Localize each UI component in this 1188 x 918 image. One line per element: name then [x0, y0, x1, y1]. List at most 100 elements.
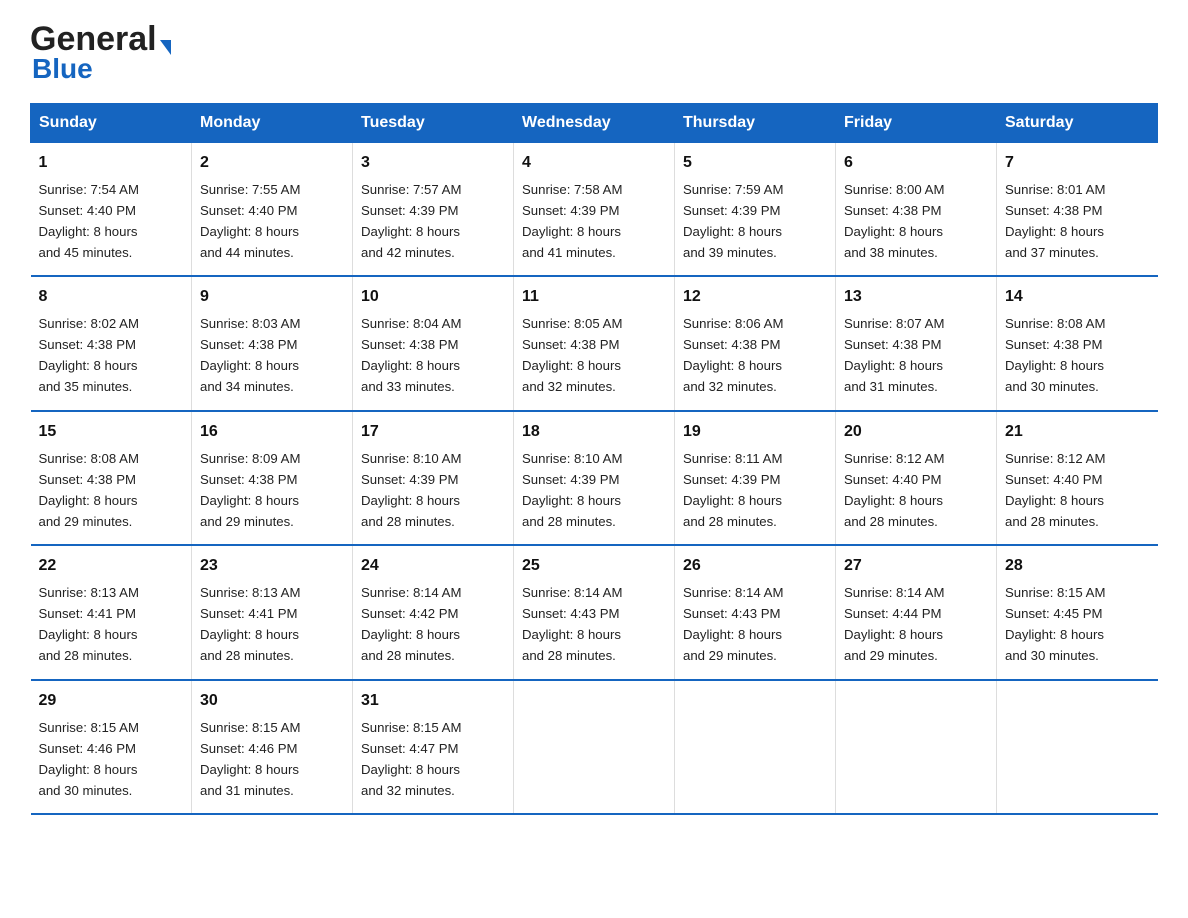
day-info: Sunrise: 8:05 AMSunset: 4:38 PMDaylight:… — [522, 316, 622, 394]
day-info: Sunrise: 8:15 AMSunset: 4:47 PMDaylight:… — [361, 720, 461, 798]
header-friday: Friday — [836, 104, 997, 143]
calendar-cell: 29 Sunrise: 8:15 AMSunset: 4:46 PMDayligh… — [31, 680, 192, 814]
day-number: 20 — [844, 420, 988, 445]
day-number: 24 — [361, 554, 505, 579]
day-number: 18 — [522, 420, 666, 445]
day-number: 15 — [39, 420, 184, 445]
day-info: Sunrise: 8:08 AMSunset: 4:38 PMDaylight:… — [1005, 316, 1105, 394]
calendar-cell: 8Sunrise: 8:02 AMSunset: 4:38 PMDaylight… — [31, 276, 192, 410]
week-row-3: 15 Sunrise: 8:08 AMSunset: 4:38 PMDayligh… — [31, 411, 1158, 545]
logo-blue: Blue — [32, 53, 93, 85]
day-number: 10 — [361, 285, 505, 310]
header-tuesday: Tuesday — [353, 104, 514, 143]
day-number: 13 — [844, 285, 988, 310]
day-info: Sunrise: 8:11 AMSunset: 4:39 PMDaylight:… — [683, 451, 782, 529]
calendar-cell: 9 Sunrise: 8:03 AMSunset: 4:38 PMDaylight… — [192, 276, 353, 410]
calendar-cell — [675, 680, 836, 814]
day-info: Sunrise: 8:14 AMSunset: 4:43 PMDaylight:… — [522, 585, 622, 663]
day-info: Sunrise: 8:12 AMSunset: 4:40 PMDaylight:… — [1005, 451, 1105, 529]
day-info: Sunrise: 8:14 AMSunset: 4:42 PMDaylight:… — [361, 585, 461, 663]
day-number: 21 — [1005, 420, 1150, 445]
day-info: Sunrise: 8:12 AMSunset: 4:40 PMDaylight:… — [844, 451, 944, 529]
day-info: Sunrise: 8:15 AMSunset: 4:46 PMDaylight:… — [39, 720, 139, 798]
header-saturday: Saturday — [997, 104, 1158, 143]
calendar-cell: 10 Sunrise: 8:04 AMSunset: 4:38 PMDayligh… — [353, 276, 514, 410]
header-monday: Monday — [192, 104, 353, 143]
calendar-cell: 13 Sunrise: 8:07 AMSunset: 4:38 PMDayligh… — [836, 276, 997, 410]
calendar-cell: 25 Sunrise: 8:14 AMSunset: 4:43 PMDayligh… — [514, 545, 675, 679]
calendar-cell: 11Sunrise: 8:05 AMSunset: 4:38 PMDayligh… — [514, 276, 675, 410]
day-info: Sunrise: 7:55 AMSunset: 4:40 PMDaylight:… — [200, 182, 300, 260]
calendar-cell: 17Sunrise: 8:10 AMSunset: 4:39 PMDayligh… — [353, 411, 514, 545]
calendar-table: SundayMondayTuesdayWednesdayThursdayFrid… — [30, 103, 1158, 815]
day-number: 1 — [39, 151, 184, 176]
day-info: Sunrise: 8:03 AMSunset: 4:38 PMDaylight:… — [200, 316, 300, 394]
calendar-cell: 14 Sunrise: 8:08 AMSunset: 4:38 PMDayligh… — [997, 276, 1158, 410]
calendar-cell: 6Sunrise: 8:00 AMSunset: 4:38 PMDaylight… — [836, 143, 997, 277]
day-info: Sunrise: 8:04 AMSunset: 4:38 PMDaylight:… — [361, 316, 461, 394]
day-number: 23 — [200, 554, 344, 579]
day-number: 26 — [683, 554, 827, 579]
day-info: Sunrise: 8:01 AMSunset: 4:38 PMDaylight:… — [1005, 182, 1105, 260]
calendar-cell — [514, 680, 675, 814]
day-number: 16 — [200, 420, 344, 445]
calendar-cell: 21 Sunrise: 8:12 AMSunset: 4:40 PMDayligh… — [997, 411, 1158, 545]
week-row-1: 1Sunrise: 7:54 AMSunset: 4:40 PMDaylight… — [31, 143, 1158, 277]
day-info: Sunrise: 8:15 AMSunset: 4:45 PMDaylight:… — [1005, 585, 1105, 663]
page-header: General Blue — [30, 20, 1158, 85]
day-info: Sunrise: 8:08 AMSunset: 4:38 PMDaylight:… — [39, 451, 139, 529]
calendar-cell: 2 Sunrise: 7:55 AMSunset: 4:40 PMDaylight… — [192, 143, 353, 277]
calendar-cell: 31Sunrise: 8:15 AMSunset: 4:47 PMDayligh… — [353, 680, 514, 814]
day-info: Sunrise: 7:58 AMSunset: 4:39 PMDaylight:… — [522, 182, 622, 260]
day-number: 12 — [683, 285, 827, 310]
day-info: Sunrise: 8:15 AMSunset: 4:46 PMDaylight:… — [200, 720, 300, 798]
calendar-cell: 30 Sunrise: 8:15 AMSunset: 4:46 PMDayligh… — [192, 680, 353, 814]
calendar-cell: 24 Sunrise: 8:14 AMSunset: 4:42 PMDayligh… — [353, 545, 514, 679]
day-info: Sunrise: 8:10 AMSunset: 4:39 PMDaylight:… — [522, 451, 622, 529]
day-number: 19 — [683, 420, 827, 445]
calendar-cell: 20 Sunrise: 8:12 AMSunset: 4:40 PMDayligh… — [836, 411, 997, 545]
logo: General Blue — [30, 20, 171, 85]
day-number: 29 — [39, 689, 184, 714]
day-info: Sunrise: 7:59 AMSunset: 4:39 PMDaylight:… — [683, 182, 783, 260]
week-row-2: 8Sunrise: 8:02 AMSunset: 4:38 PMDaylight… — [31, 276, 1158, 410]
header-wednesday: Wednesday — [514, 104, 675, 143]
calendar-cell: 3Sunrise: 7:57 AMSunset: 4:39 PMDaylight… — [353, 143, 514, 277]
day-number: 28 — [1005, 554, 1150, 579]
calendar-cell: 28 Sunrise: 8:15 AMSunset: 4:45 PMDayligh… — [997, 545, 1158, 679]
day-info: Sunrise: 8:07 AMSunset: 4:38 PMDaylight:… — [844, 316, 944, 394]
calendar-cell — [997, 680, 1158, 814]
calendar-cell: 27 Sunrise: 8:14 AMSunset: 4:44 PMDayligh… — [836, 545, 997, 679]
day-number: 4 — [522, 151, 666, 176]
day-info: Sunrise: 8:10 AMSunset: 4:39 PMDaylight:… — [361, 451, 461, 529]
calendar-cell: 16 Sunrise: 8:09 AMSunset: 4:38 PMDayligh… — [192, 411, 353, 545]
day-number: 27 — [844, 554, 988, 579]
calendar-header-row: SundayMondayTuesdayWednesdayThursdayFrid… — [31, 104, 1158, 143]
calendar-cell: 1Sunrise: 7:54 AMSunset: 4:40 PMDaylight… — [31, 143, 192, 277]
header-thursday: Thursday — [675, 104, 836, 143]
day-info: Sunrise: 8:00 AMSunset: 4:38 PMDaylight:… — [844, 182, 944, 260]
day-info: Sunrise: 8:13 AMSunset: 4:41 PMDaylight:… — [39, 585, 139, 663]
week-row-5: 29 Sunrise: 8:15 AMSunset: 4:46 PMDayligh… — [31, 680, 1158, 814]
day-number: 9 — [200, 285, 344, 310]
calendar-cell: 18 Sunrise: 8:10 AMSunset: 4:39 PMDayligh… — [514, 411, 675, 545]
calendar-cell: 19 Sunrise: 8:11 AMSunset: 4:39 PMDayligh… — [675, 411, 836, 545]
day-info: Sunrise: 8:14 AMSunset: 4:44 PMDaylight:… — [844, 585, 944, 663]
day-number: 7 — [1005, 151, 1150, 176]
day-info: Sunrise: 8:13 AMSunset: 4:41 PMDaylight:… — [200, 585, 300, 663]
day-number: 14 — [1005, 285, 1150, 310]
day-number: 2 — [200, 151, 344, 176]
calendar-cell: 23 Sunrise: 8:13 AMSunset: 4:41 PMDayligh… — [192, 545, 353, 679]
day-number: 5 — [683, 151, 827, 176]
calendar-cell: 7 Sunrise: 8:01 AMSunset: 4:38 PMDaylight… — [997, 143, 1158, 277]
calendar-cell: 22Sunrise: 8:13 AMSunset: 4:41 PMDayligh… — [31, 545, 192, 679]
day-number: 30 — [200, 689, 344, 714]
day-info: Sunrise: 8:14 AMSunset: 4:43 PMDaylight:… — [683, 585, 783, 663]
day-number: 25 — [522, 554, 666, 579]
calendar-cell: 4 Sunrise: 7:58 AMSunset: 4:39 PMDaylight… — [514, 143, 675, 277]
day-info: Sunrise: 7:57 AMSunset: 4:39 PMDaylight:… — [361, 182, 461, 260]
calendar-cell — [836, 680, 997, 814]
day-info: Sunrise: 8:09 AMSunset: 4:38 PMDaylight:… — [200, 451, 300, 529]
calendar-cell: 5 Sunrise: 7:59 AMSunset: 4:39 PMDaylight… — [675, 143, 836, 277]
calendar-cell: 12Sunrise: 8:06 AMSunset: 4:38 PMDayligh… — [675, 276, 836, 410]
